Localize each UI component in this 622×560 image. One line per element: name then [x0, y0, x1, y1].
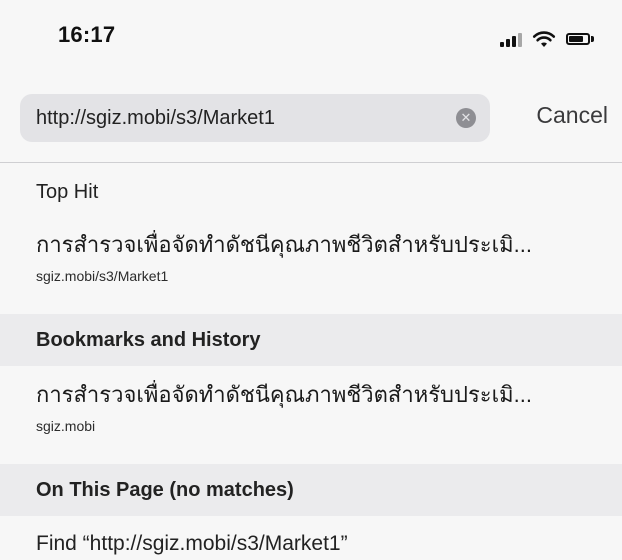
result-url: sgiz.mobi/s3/Market1	[36, 268, 169, 284]
url-field[interactable]: http://sgiz.mobi/s3/Market1 ✕	[20, 94, 490, 142]
section-header-bookmarks-history: Bookmarks and History	[0, 314, 622, 366]
wifi-icon	[532, 31, 556, 47]
safari-address-screen: 16:17 http://sgiz.mobi/s3/Market1 ✕ Canc…	[0, 0, 622, 560]
url-input[interactable]: http://sgiz.mobi/s3/Market1	[36, 107, 456, 130]
address-bar-row: http://sgiz.mobi/s3/Market1 ✕ Cancel	[0, 84, 622, 160]
result-title: การสำรวจเพื่อจัดทำดัชนีคุณภาพชีวิตสำหรับ…	[36, 232, 532, 257]
top-hit-result[interactable]: การสำรวจเพื่อจัดทำดัชนีคุณภาพชีวิตสำหรับ…	[0, 230, 622, 300]
bookmark-history-result[interactable]: การสำรวจเพื่อจัดทำดัชนีคุณภาพชีวิตสำหรับ…	[0, 380, 622, 450]
status-time: 16:17	[58, 22, 116, 47]
signal-icon	[500, 31, 522, 47]
result-url: sgiz.mobi	[36, 418, 96, 434]
section-header-on-this-page: On This Page (no matches)	[0, 464, 622, 516]
divider	[0, 162, 622, 163]
section-header-top-hit: Top Hit	[36, 180, 99, 203]
status-icons	[500, 28, 598, 50]
status-bar: 16:17	[0, 0, 622, 84]
result-title: การสำรวจเพื่อจัดทำดัชนีคุณภาพชีวิตสำหรับ…	[36, 382, 532, 407]
cancel-button[interactable]: Cancel	[536, 102, 608, 129]
clear-icon[interactable]: ✕	[456, 108, 476, 128]
battery-icon	[566, 31, 598, 47]
find-on-page-item[interactable]: Find “http://sgiz.mobi/s3/Market1”	[0, 532, 622, 556]
